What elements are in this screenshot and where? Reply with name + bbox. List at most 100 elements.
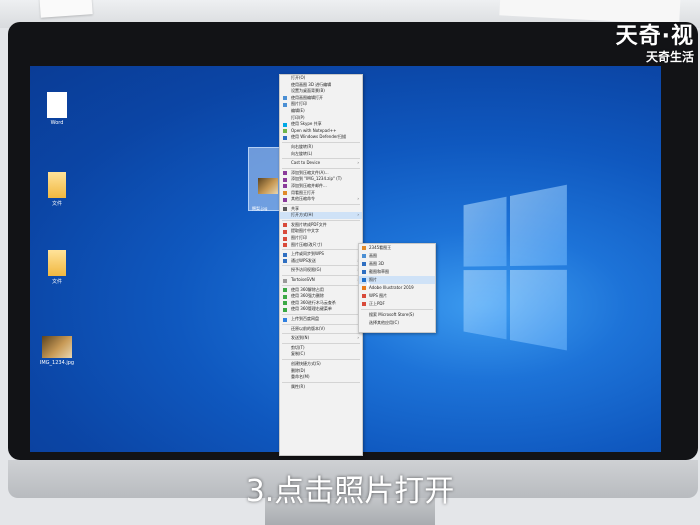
pdf-icon	[283, 223, 287, 228]
menu-item[interactable]: 授予访问权限(G)›	[280, 267, 362, 274]
app-icon	[283, 229, 287, 234]
menu-item-label: 使用 Windows Defender扫描	[291, 134, 346, 140]
menu-item[interactable]: 共享	[280, 206, 362, 213]
watermark-sub: 天奇生活	[645, 50, 694, 64]
menu-item[interactable]: 添加到压缩并邮件...	[280, 183, 362, 190]
cloud-icon	[283, 317, 287, 322]
menu-item[interactable]: 照片	[359, 276, 435, 284]
menu-item[interactable]: 设置为桌面背景(B)	[280, 88, 362, 95]
wps-icon	[283, 252, 287, 257]
menu-item-label: 添加到压缩并邮件...	[291, 182, 327, 188]
desktop-icon-document[interactable]: Word	[40, 92, 74, 126]
menu-separator	[282, 275, 360, 277]
video-caption: 3.点击照片打开	[245, 474, 455, 509]
desktop-icon-folder[interactable]: 文件	[40, 250, 74, 285]
menu-item[interactable]: 2345看图王	[359, 244, 435, 252]
menu-item-label: Cast to Device	[291, 160, 321, 166]
menu-item[interactable]: 属性(R)	[280, 384, 362, 391]
paint-icon	[362, 254, 366, 258]
menu-item-label: 使用 360强力删除	[291, 293, 324, 299]
menu-item-label: 截图和草图	[369, 269, 389, 274]
context-menu: 打开(O) 使用画图 3D 进行编辑 设置为桌面背景(B) 使用画图编辑打开 图片打印编…	[279, 74, 363, 456]
menu-item[interactable]: 图片打印	[280, 101, 362, 108]
menu-item[interactable]: 打开方式(H) ›	[280, 212, 362, 219]
menu-separator	[361, 309, 433, 310]
menu-item[interactable]: 创建快捷方式(S)	[280, 361, 362, 368]
image-thumbnail-icon	[42, 336, 72, 358]
desktop-icon-photo[interactable]: IMG_1234.jpg	[38, 336, 76, 366]
menu-item[interactable]: 添加到压缩文件(A)...	[280, 170, 362, 177]
menu-item[interactable]: 编辑(E)	[280, 108, 362, 115]
menu-separator	[282, 333, 360, 335]
menu-item[interactable]: WPS 图片	[359, 292, 435, 300]
menu-item[interactable]: 截图和草图	[359, 268, 435, 276]
desktop-icon-label: 文件	[51, 201, 62, 207]
menu-item-label: 照片	[369, 277, 377, 282]
menu-item[interactable]: 发图片转成PDF文件	[280, 222, 362, 229]
menu-item[interactable]: 重命名(M)	[280, 374, 362, 381]
menu-item[interactable]: 打印(P)	[280, 115, 362, 122]
menu-item[interactable]: 画图 3D	[359, 260, 435, 268]
folder-icon	[48, 250, 66, 276]
menu-item[interactable]: 使用 360管理右键菜单	[280, 306, 362, 313]
app-icon	[283, 191, 287, 195]
menu-separator	[282, 342, 360, 344]
menu-item[interactable]: 正上PDF	[359, 300, 435, 308]
menu-item[interactable]: 复制(C)	[280, 351, 362, 358]
wps-icon	[283, 259, 287, 264]
archive-icon	[283, 197, 287, 202]
menu-item[interactable]: Cast to Device ›	[280, 160, 362, 167]
menu-item[interactable]: 添加到 "IMG_1234.zip" (T)	[280, 176, 362, 183]
notepad-icon	[283, 129, 287, 134]
selected-image-thumbnail-icon	[258, 178, 278, 194]
360-icon	[283, 288, 287, 293]
menu-item[interactable]: 使用画图编辑打开	[280, 95, 362, 102]
menu-item[interactable]: 删除(D)	[280, 368, 362, 375]
menu-item-label: Adobe Illustrator 2019	[369, 285, 414, 290]
desktop-icon-folder[interactable]: 文件	[40, 172, 74, 207]
menu-item-label: 使用 360解除占用	[291, 286, 324, 292]
menu-separator	[282, 141, 360, 143]
menu-item[interactable]: 打开(O)	[280, 75, 362, 82]
menu-item[interactable]: 图片压缩(改尺寸)	[280, 242, 362, 249]
menu-item-label: 发送到(N)	[291, 335, 310, 341]
menu-item[interactable]: 画图	[359, 252, 435, 260]
menu-item[interactable]: 还原以前的版本(V)	[280, 326, 362, 333]
menu-item[interactable]: 上传或同步到WPS	[280, 251, 362, 258]
menu-item[interactable]: 向右旋转(R)	[280, 144, 362, 151]
menu-item-label: 剪切(T)	[291, 344, 305, 350]
document-icon	[47, 92, 67, 118]
menu-item-label: 属性(R)	[291, 383, 305, 389]
menu-item[interactable]: 选择其他应用(C)	[359, 319, 435, 327]
menu-item[interactable]: 使用 Windows Defender扫描	[280, 134, 362, 141]
menu-item[interactable]: 向左旋转(L)	[280, 151, 362, 158]
paint3d-icon	[362, 262, 366, 266]
folder-icon	[48, 172, 66, 198]
menu-item[interactable]: 图片打印	[280, 235, 362, 242]
menu-item[interactable]: 上传到百度网盘	[280, 316, 362, 323]
menu-item-label: 向左旋转(L)	[291, 150, 313, 156]
menu-item[interactable]: 剪切(T)	[280, 345, 362, 352]
menu-item-label: 上传到百度网盘	[291, 316, 319, 321]
menu-item-label: 提取图片中文字	[291, 228, 319, 234]
menu-item[interactable]: 使用 Skype 共享	[280, 121, 362, 128]
menu-item[interactable]: 其他压缩命令 ›	[280, 196, 362, 203]
menu-item-label: 使用画图编辑打开	[291, 94, 323, 100]
menu-item[interactable]: Adobe Illustrator 2019	[359, 284, 435, 292]
menu-item[interactable]: 使用 360解除占用	[280, 287, 362, 294]
menu-item[interactable]: 使用 360强力删除	[280, 293, 362, 300]
menu-item[interactable]: TortoiseSVN›	[280, 277, 362, 284]
menu-item[interactable]: 发送到(N) ›	[280, 335, 362, 342]
menu-item-label: 使用 360进行木马云查杀	[291, 299, 336, 305]
menu-item[interactable]: 使用画图 3D 进行编辑	[280, 82, 362, 89]
menu-item[interactable]: 提取图片中文字	[280, 228, 362, 235]
menu-item[interactable]: Open with Notepad++	[280, 128, 362, 135]
menu-item[interactable]: 使用 360进行木马云查杀	[280, 300, 362, 307]
menu-item[interactable]: 用看图王打开	[280, 190, 362, 197]
menu-item[interactable]: 搜索 Microsoft Store(S)	[359, 311, 435, 319]
share-icon	[283, 207, 287, 212]
menu-item-label: 2345看图王	[369, 245, 392, 250]
menu-item-label: 删除(D)	[291, 367, 306, 373]
chevron-right-icon: ›	[357, 196, 359, 202]
menu-item[interactable]: 通过WPS发送›	[280, 258, 362, 265]
